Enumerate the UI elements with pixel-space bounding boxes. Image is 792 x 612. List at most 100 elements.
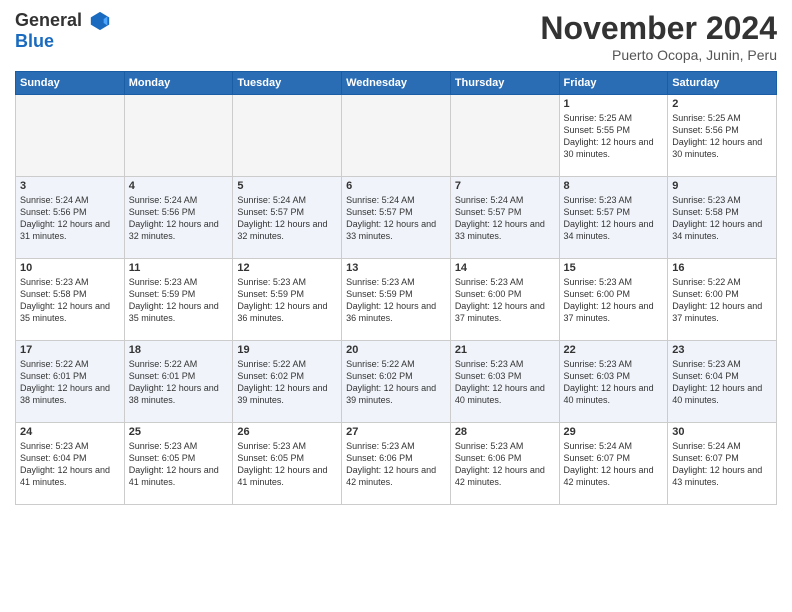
day-number: 7	[455, 180, 555, 192]
day-number: 16	[672, 262, 772, 274]
day-number: 9	[672, 180, 772, 192]
day-number: 23	[672, 344, 772, 356]
day-number: 26	[237, 426, 337, 438]
day-number: 18	[129, 344, 229, 356]
calendar-week-5: 24 Sunrise: 5:23 AMSunset: 6:04 PMDayligh…	[16, 423, 777, 505]
calendar-cell: 12 Sunrise: 5:23 AMSunset: 5:59 PMDayligh…	[233, 259, 342, 341]
calendar-cell: 1 Sunrise: 5:25 AMSunset: 5:55 PMDaylight…	[559, 95, 668, 177]
col-sunday: Sunday	[16, 72, 125, 95]
cell-info: Sunrise: 5:24 AMSunset: 5:56 PMDaylight:…	[20, 194, 120, 243]
day-number: 8	[564, 180, 664, 192]
calendar-cell: 23Sunrise: 5:23 AMSunset: 6:04 PMDayligh…	[668, 341, 777, 423]
calendar-cell: 21 Sunrise: 5:23 AMSunset: 6:03 PMDayligh…	[450, 341, 559, 423]
calendar-cell: 5 Sunrise: 5:24 AMSunset: 5:57 PMDaylight…	[233, 177, 342, 259]
day-number: 28	[455, 426, 555, 438]
cell-info: Sunrise: 5:23 AMSunset: 6:04 PMDaylight:…	[20, 440, 120, 489]
calendar-cell: 19 Sunrise: 5:22 AMSunset: 6:02 PMDayligh…	[233, 341, 342, 423]
day-number: 27	[346, 426, 446, 438]
day-number: 14	[455, 262, 555, 274]
day-number: 10	[20, 262, 120, 274]
col-monday: Monday	[124, 72, 233, 95]
calendar-cell	[450, 95, 559, 177]
calendar-cell: 2 Sunrise: 5:25 AMSunset: 5:56 PMDaylight…	[668, 95, 777, 177]
cell-info: Sunrise: 5:22 AMSunset: 6:02 PMDaylight:…	[237, 358, 337, 407]
calendar-cell: 25 Sunrise: 5:23 AMSunset: 6:05 PMDayligh…	[124, 423, 233, 505]
calendar-week-2: 3Sunrise: 5:24 AMSunset: 5:56 PMDaylight…	[16, 177, 777, 259]
calendar-cell	[342, 95, 451, 177]
day-number: 25	[129, 426, 229, 438]
calendar-cell: 17 Sunrise: 5:22 AMSunset: 6:01 PMDayligh…	[16, 341, 125, 423]
calendar-cell	[233, 95, 342, 177]
cell-info: Sunrise: 5:23 AMSunset: 6:00 PMDaylight:…	[564, 276, 664, 325]
col-wednesday: Wednesday	[342, 72, 451, 95]
cell-info: Sunrise: 5:22 AMSunset: 6:02 PMDaylight:…	[346, 358, 446, 407]
day-number: 1	[564, 98, 664, 110]
day-number: 5	[237, 180, 337, 192]
day-number: 11	[129, 262, 229, 274]
cell-info: Sunrise: 5:23 AMSunset: 6:06 PMDaylight:…	[455, 440, 555, 489]
cell-info: Sunrise: 5:23 AMSunset: 6:03 PMDaylight:…	[455, 358, 555, 407]
col-saturday: Saturday	[668, 72, 777, 95]
day-number: 22	[564, 344, 664, 356]
month-title: November 2024	[540, 10, 777, 47]
col-tuesday: Tuesday	[233, 72, 342, 95]
calendar-cell: 11 Sunrise: 5:23 AMSunset: 5:59 PMDayligh…	[124, 259, 233, 341]
cell-info: Sunrise: 5:23 AMSunset: 6:03 PMDaylight:…	[564, 358, 664, 407]
cell-info: Sunrise: 5:25 AMSunset: 5:55 PMDaylight:…	[564, 112, 664, 161]
calendar-cell: 4Sunrise: 5:24 AMSunset: 5:56 PMDaylight…	[124, 177, 233, 259]
calendar-cell: 9 Sunrise: 5:23 AMSunset: 5:58 PMDaylight…	[668, 177, 777, 259]
calendar-cell: 15Sunrise: 5:23 AMSunset: 6:00 PMDayligh…	[559, 259, 668, 341]
logo-icon	[89, 10, 111, 32]
calendar-cell: 14Sunrise: 5:23 AMSunset: 6:00 PMDayligh…	[450, 259, 559, 341]
calendar-cell: 24 Sunrise: 5:23 AMSunset: 6:04 PMDayligh…	[16, 423, 125, 505]
cell-info: Sunrise: 5:23 AMSunset: 5:58 PMDaylight:…	[672, 194, 772, 243]
calendar-cell: 20 Sunrise: 5:22 AMSunset: 6:02 PMDayligh…	[342, 341, 451, 423]
day-number: 2	[672, 98, 772, 110]
cell-info: Sunrise: 5:23 AMSunset: 6:05 PMDaylight:…	[237, 440, 337, 489]
calendar-cell: 10 Sunrise: 5:23 AMSunset: 5:58 PMDayligh…	[16, 259, 125, 341]
day-number: 12	[237, 262, 337, 274]
calendar-table: Sunday Monday Tuesday Wednesday Thursday…	[15, 71, 777, 505]
cell-info: Sunrise: 5:24 AMSunset: 5:57 PMDaylight:…	[455, 194, 555, 243]
calendar-cell: 8 Sunrise: 5:23 AMSunset: 5:57 PMDaylight…	[559, 177, 668, 259]
calendar-week-4: 17 Sunrise: 5:22 AMSunset: 6:01 PMDayligh…	[16, 341, 777, 423]
day-number: 30	[672, 426, 772, 438]
cell-info: Sunrise: 5:24 AMSunset: 5:57 PMDaylight:…	[237, 194, 337, 243]
cell-info: Sunrise: 5:23 AMSunset: 5:58 PMDaylight:…	[20, 276, 120, 325]
day-number: 19	[237, 344, 337, 356]
cell-info: Sunrise: 5:23 AMSunset: 5:57 PMDaylight:…	[564, 194, 664, 243]
logo-blue-text: Blue	[15, 31, 54, 51]
cell-info: Sunrise: 5:22 AMSunset: 6:01 PMDaylight:…	[129, 358, 229, 407]
header-row: Sunday Monday Tuesday Wednesday Thursday…	[16, 72, 777, 95]
day-number: 6	[346, 180, 446, 192]
day-number: 17	[20, 344, 120, 356]
logo: General Blue	[15, 10, 111, 52]
cell-info: Sunrise: 5:22 AMSunset: 6:01 PMDaylight:…	[20, 358, 120, 407]
day-number: 13	[346, 262, 446, 274]
cell-info: Sunrise: 5:24 AMSunset: 5:56 PMDaylight:…	[129, 194, 229, 243]
title-area: November 2024 Puerto Ocopa, Junin, Peru	[540, 10, 777, 63]
cell-info: Sunrise: 5:23 AMSunset: 5:59 PMDaylight:…	[129, 276, 229, 325]
cell-info: Sunrise: 5:23 AMSunset: 6:05 PMDaylight:…	[129, 440, 229, 489]
header: General Blue November 2024 Puerto Ocopa,…	[15, 10, 777, 63]
calendar-cell	[124, 95, 233, 177]
logo-general-text: General	[15, 10, 111, 32]
cell-info: Sunrise: 5:23 AMSunset: 5:59 PMDaylight:…	[237, 276, 337, 325]
day-number: 24	[20, 426, 120, 438]
calendar-cell: 13 Sunrise: 5:23 AMSunset: 5:59 PMDayligh…	[342, 259, 451, 341]
col-friday: Friday	[559, 72, 668, 95]
cell-info: Sunrise: 5:24 AMSunset: 5:57 PMDaylight:…	[346, 194, 446, 243]
calendar-cell: 3Sunrise: 5:24 AMSunset: 5:56 PMDaylight…	[16, 177, 125, 259]
cell-info: Sunrise: 5:23 AMSunset: 6:06 PMDaylight:…	[346, 440, 446, 489]
calendar-cell: 7 Sunrise: 5:24 AMSunset: 5:57 PMDaylight…	[450, 177, 559, 259]
day-number: 21	[455, 344, 555, 356]
calendar-week-1: 1 Sunrise: 5:25 AMSunset: 5:55 PMDaylight…	[16, 95, 777, 177]
day-number: 20	[346, 344, 446, 356]
cell-info: Sunrise: 5:25 AMSunset: 5:56 PMDaylight:…	[672, 112, 772, 161]
cell-info: Sunrise: 5:24 AMSunset: 6:07 PMDaylight:…	[672, 440, 772, 489]
cell-info: Sunrise: 5:23 AMSunset: 5:59 PMDaylight:…	[346, 276, 446, 325]
subtitle: Puerto Ocopa, Junin, Peru	[540, 47, 777, 63]
calendar-cell: 6 Sunrise: 5:24 AMSunset: 5:57 PMDaylight…	[342, 177, 451, 259]
calendar-cell: 27 Sunrise: 5:23 AMSunset: 6:06 PMDayligh…	[342, 423, 451, 505]
cell-info: Sunrise: 5:22 AMSunset: 6:00 PMDaylight:…	[672, 276, 772, 325]
